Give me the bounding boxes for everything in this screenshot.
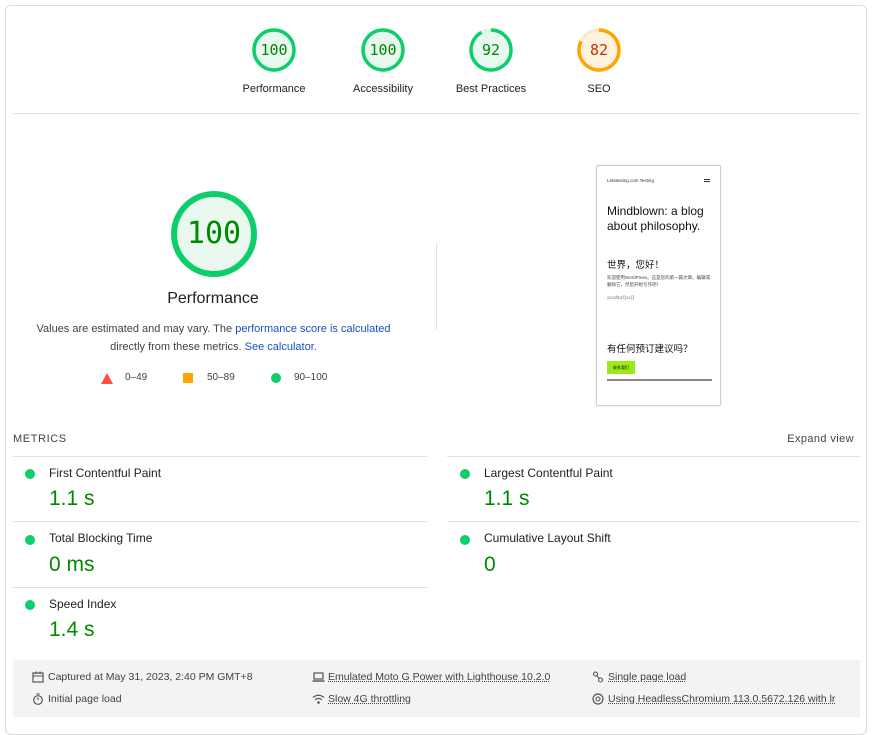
performance-title: Performance (167, 290, 259, 307)
metric-name: Speed Index (49, 597, 117, 611)
initial-load-text: Initial page load (48, 693, 122, 705)
calendar-icon (32, 671, 44, 683)
timer-icon (33, 693, 43, 705)
gauge-performance[interactable]: 100 (252, 28, 296, 72)
gauge-score: 92 (481, 41, 501, 59)
metric-divider (13, 456, 427, 457)
gauge-label: Best Practices (455, 83, 527, 95)
gauge-best-practices[interactable]: 92 (469, 28, 513, 72)
final-screenshot[interactable]: Letstesting.com Testing Mindblown: a blo… (596, 165, 721, 406)
performance-description: Values are estimated and may vary. The p… (20, 320, 407, 356)
nodes-icon (592, 671, 604, 683)
gauge-label: SEO (587, 83, 611, 95)
gauge-score: 82 (589, 41, 609, 59)
score-calculation-link[interactable]: performance score is calculated (235, 323, 390, 335)
pass-circle-icon (460, 469, 470, 479)
legend-pass: 90–100 (294, 372, 328, 383)
metrics-heading: METRICS (13, 433, 67, 445)
gauge-seo[interactable]: 82 (577, 28, 621, 72)
expand-view-toggle[interactable]: Expand view (787, 433, 854, 445)
screenshot-rule (607, 379, 712, 381)
vertical-divider (436, 243, 437, 330)
post-excerpt: 欢迎使用WordPress。这是您的第一篇文章。编辑或删除它，然后开始写作吧！ (607, 275, 711, 287)
metric-value: 0 (484, 553, 496, 576)
metric-value: 1.4 s (49, 618, 95, 641)
metric-value: 0 ms (49, 553, 95, 576)
metric-divider (13, 587, 427, 588)
session-text: Single page load (608, 671, 687, 683)
metric-divider (447, 456, 860, 457)
post-date: 2023年5月31日 (607, 295, 635, 300)
circle-icon (271, 373, 281, 383)
cta-button[interactable]: 联系我们 (607, 361, 635, 374)
cta-heading: 有任何预订建议吗？ (607, 344, 693, 355)
gauge-label: Performance (242, 83, 306, 95)
laptop-icon (312, 672, 325, 682)
metric-value: 1.1 s (484, 487, 530, 510)
pass-circle-icon (460, 535, 470, 545)
legend-average: 50–89 (207, 372, 235, 383)
gauge-score: 100 (260, 41, 288, 59)
pass-circle-icon (25, 535, 35, 545)
cta-button-label: 联系我们 (613, 365, 629, 370)
metric-value: 1.1 s (49, 487, 95, 510)
square-icon (183, 373, 193, 383)
performance-score: 100 (186, 216, 242, 251)
chrome-icon (592, 693, 604, 705)
blog-headline: Mindblown: a blog about philosophy. (607, 204, 704, 233)
legend-fail: 0–49 (125, 372, 148, 383)
captured-text: Captured at May 31, 2023, 2:40 PM GMT+8 (48, 671, 253, 683)
throttling-text: Slow 4G throttling (328, 693, 411, 705)
metric-divider (447, 521, 860, 522)
wifi-icon (312, 694, 325, 704)
metric-name: Cumulative Layout Shift (484, 531, 611, 545)
gauge-label: Accessibility (353, 83, 413, 95)
site-name: Letstesting.com Testing (607, 178, 654, 183)
gauge-score: 100 (369, 41, 397, 59)
runtime-settings-footer: Captured at May 31, 2023, 2:40 PM GMT+8 … (13, 660, 860, 717)
hamburger-icon (704, 179, 710, 182)
desc-text: Values are estimated and may vary. The (36, 323, 236, 335)
device-text: Emulated Moto G Power with Lighthouse 10… (328, 671, 551, 683)
metric-name: Total Blocking Time (49, 531, 153, 545)
calculator-link[interactable]: See calculator. (245, 341, 317, 353)
pass-circle-icon (25, 469, 35, 479)
metric-name: Largest Contentful Paint (484, 466, 613, 480)
triangle-icon (101, 373, 113, 384)
desc-text: directly from these metrics. (110, 341, 245, 353)
header-divider (13, 113, 860, 114)
gauge-accessibility[interactable]: 100 (361, 28, 405, 72)
browser-text: Using HeadlessChromium 113.0.5672.126 wi… (608, 693, 836, 705)
post-title: 世界，您好！ (607, 260, 665, 271)
metric-name: First Contentful Paint (49, 466, 162, 480)
report-card (5, 5, 867, 735)
pass-circle-icon (25, 600, 35, 610)
metric-divider (13, 521, 427, 522)
